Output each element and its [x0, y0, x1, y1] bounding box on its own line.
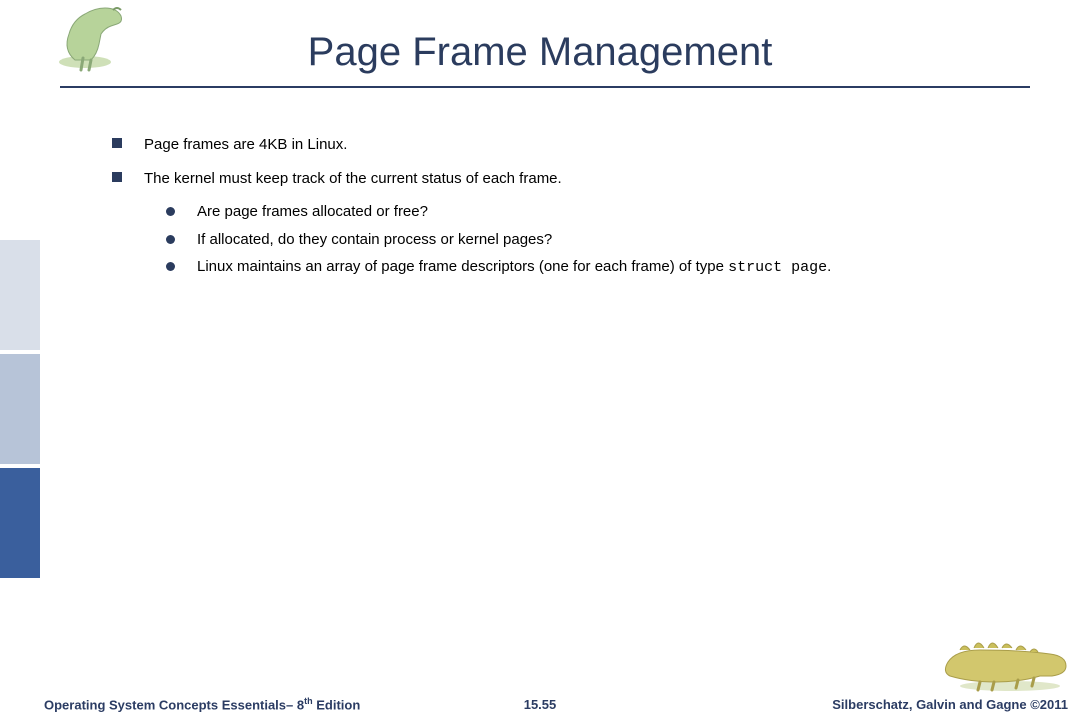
dinosaur-bottom-right-icon [940, 632, 1070, 692]
dot-bullet-icon [166, 235, 175, 244]
footer-right: Silberschatz, Galvin and Gagne ©2011 [832, 697, 1068, 712]
square-bullet-icon [112, 138, 122, 148]
slide-title: Page Frame Management [0, 30, 1080, 75]
dot-bullet-icon [166, 262, 175, 271]
subbullet-3-text: Linux maintains an array of page frame d… [197, 254, 831, 281]
sidebar-block-2 [0, 354, 40, 464]
subbullet-3: Linux maintains an array of page frame d… [166, 254, 1052, 281]
sidebar-block-1 [0, 240, 40, 350]
subbullet-3-post: . [827, 258, 831, 275]
square-bullet-icon [112, 172, 122, 182]
subbullet-2-text: If allocated, do they contain process or… [197, 227, 552, 253]
slide: Page Frame Management Page frames are 4K… [0, 0, 1080, 720]
footer-left: Operating System Concepts Essentials– 8t… [44, 696, 360, 712]
dot-bullet-icon [166, 207, 175, 216]
subbullet-3-code: struct page [728, 259, 827, 276]
subbullet-2: If allocated, do they contain process or… [166, 227, 1052, 253]
bullet-2-text: The kernel must keep track of the curren… [144, 166, 562, 192]
footer-left-post: Edition [313, 697, 361, 712]
bullet-2: The kernel must keep track of the curren… [112, 166, 1052, 192]
footer-left-sup: th [304, 696, 313, 706]
subbullet-1: Are page frames allocated or free? [166, 199, 1052, 225]
subbullet-3-pre: Linux maintains an array of page frame d… [197, 258, 728, 275]
slide-body: Page frames are 4KB in Linux. The kernel… [112, 132, 1052, 283]
sidebar-block-3 [0, 468, 40, 578]
title-underline [60, 86, 1030, 88]
bullet-1-text: Page frames are 4KB in Linux. [144, 132, 347, 158]
footer-left-pre: Operating System Concepts Essentials– 8 [44, 697, 304, 712]
bullet-1: Page frames are 4KB in Linux. [112, 132, 1052, 158]
subbullet-1-text: Are page frames allocated or free? [197, 199, 428, 225]
